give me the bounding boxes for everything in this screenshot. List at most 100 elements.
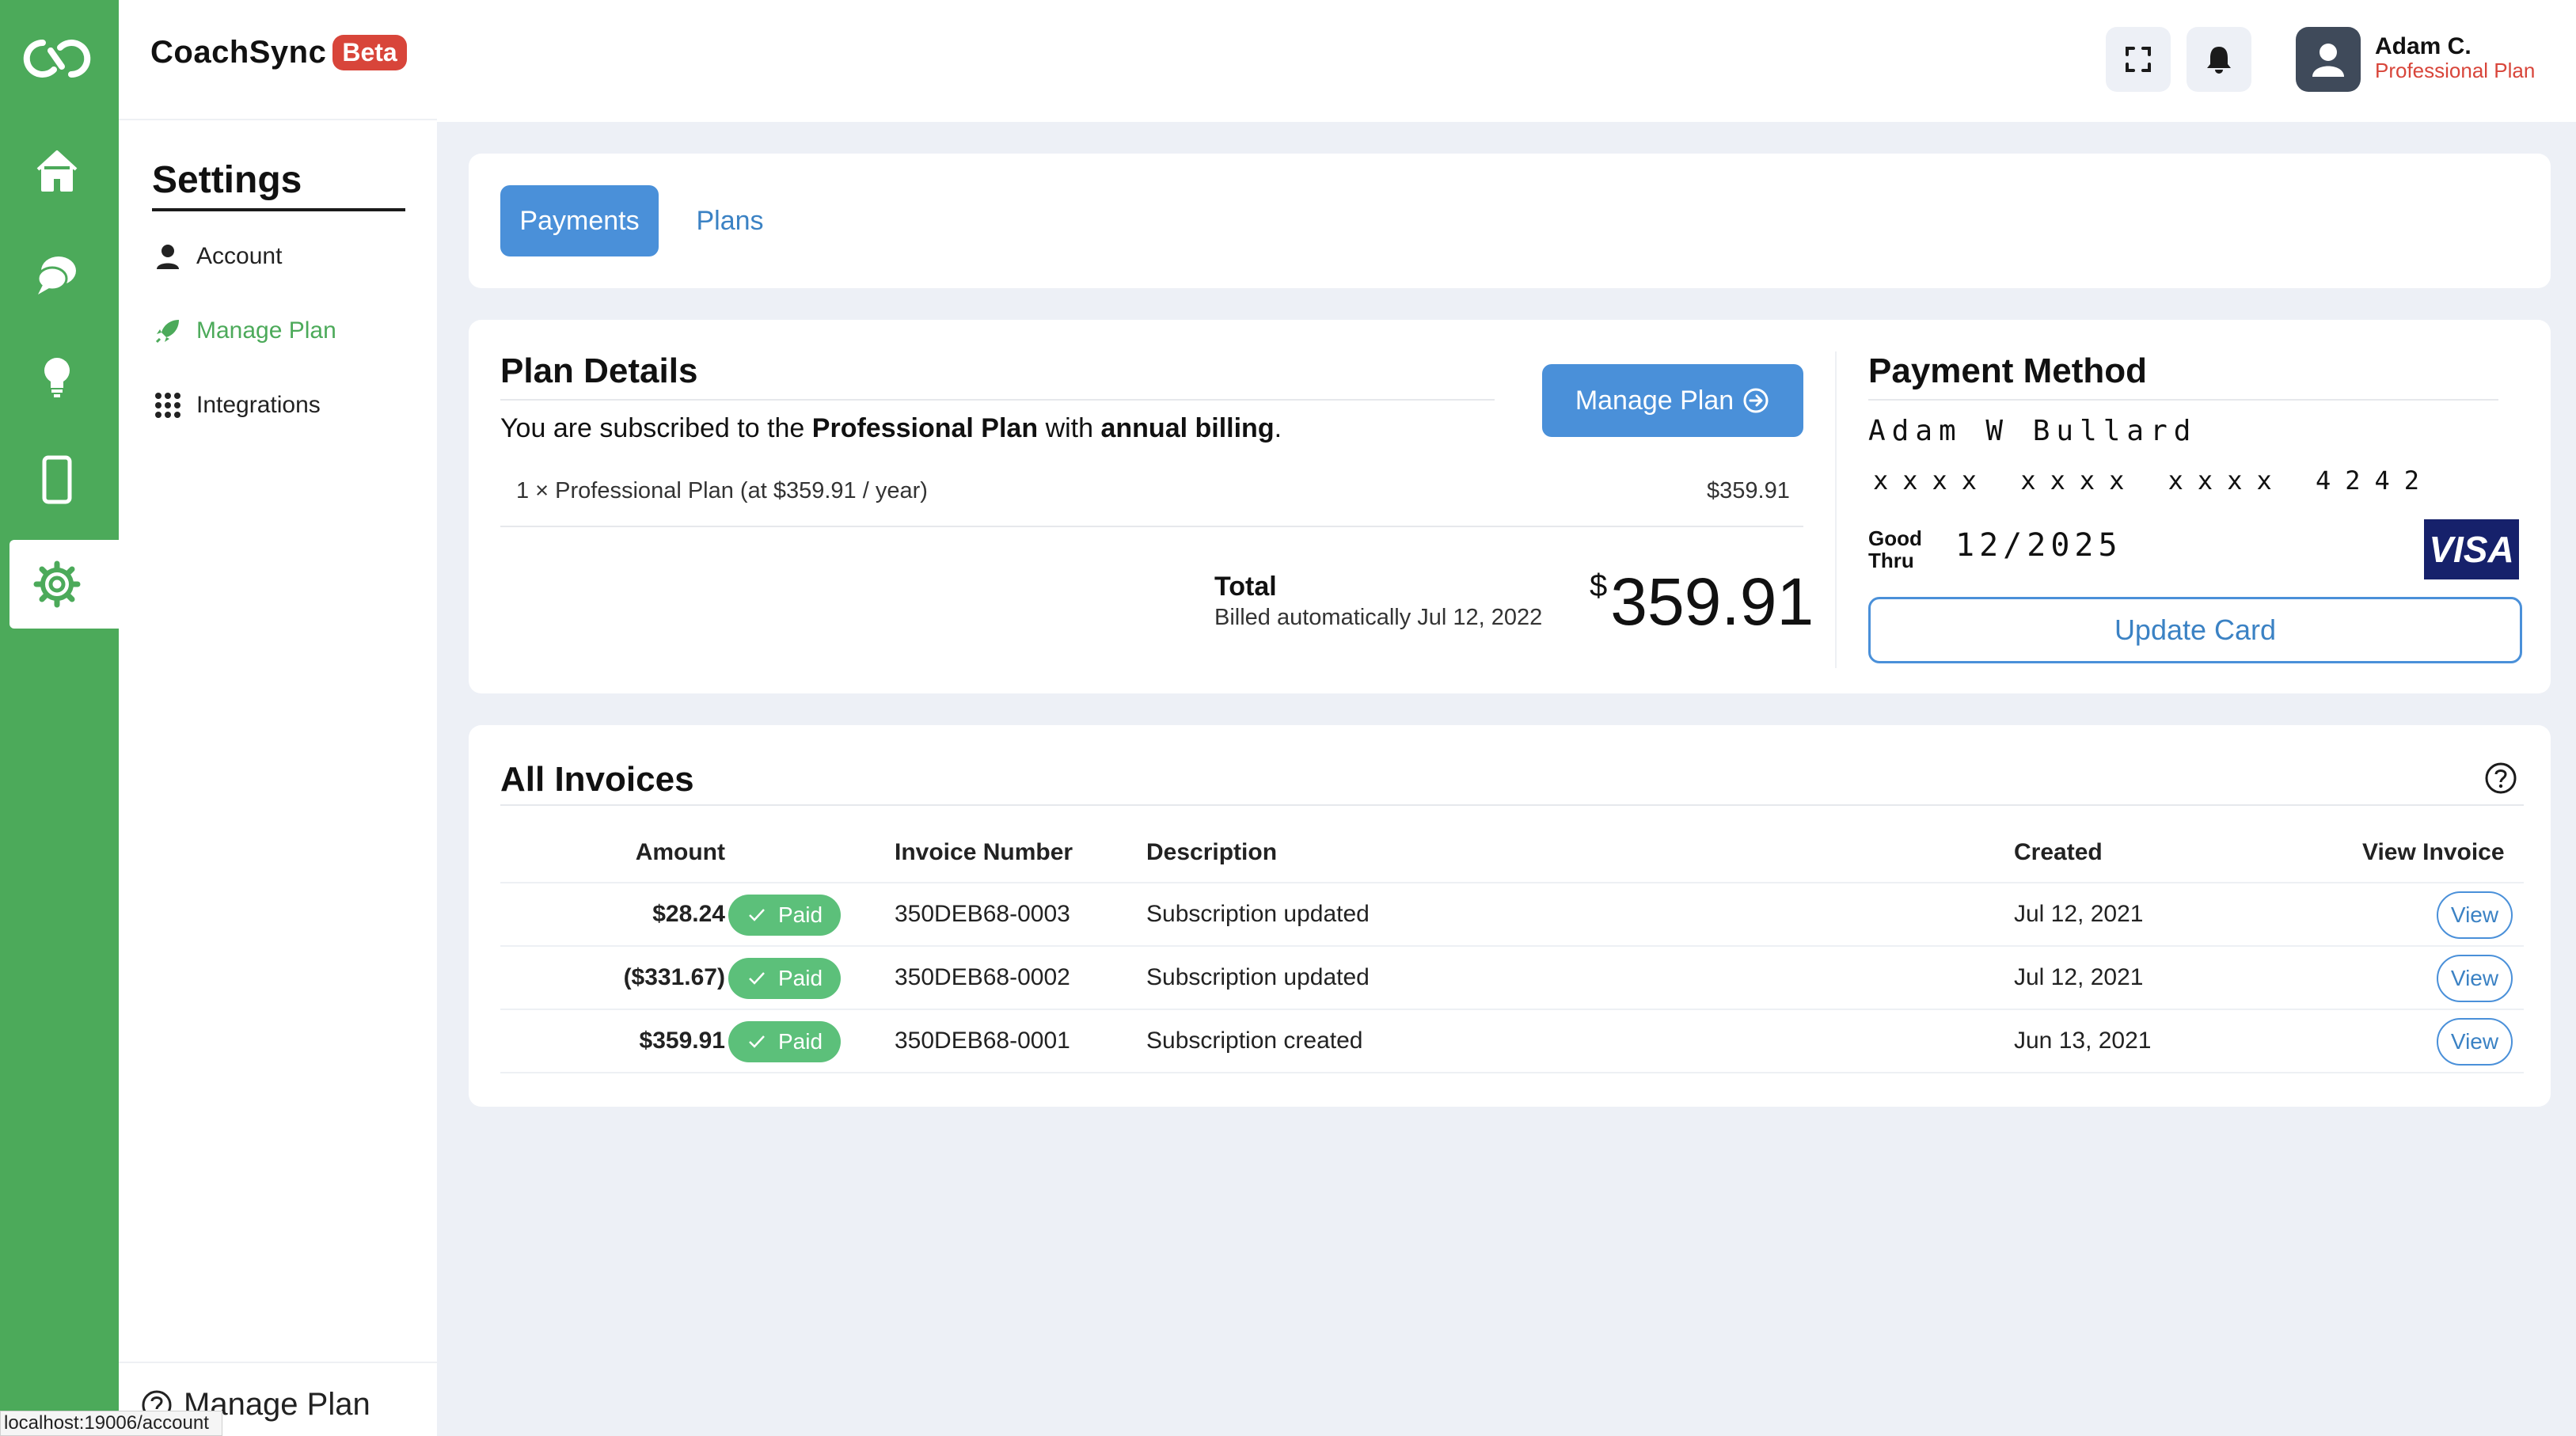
check-icon bbox=[749, 909, 765, 921]
invoices-title: All Invoices bbox=[500, 760, 694, 799]
divider bbox=[500, 1009, 2524, 1010]
user-icon bbox=[157, 245, 179, 269]
total-value: 359.91 bbox=[1610, 564, 1814, 639]
status-badge: Paid bbox=[728, 895, 841, 936]
beta-badge: Beta bbox=[332, 35, 407, 70]
settings-gear-icon[interactable] bbox=[32, 559, 82, 610]
user-plan: Professional Plan bbox=[2375, 59, 2536, 82]
card-number: xxxx xxxx xxxx 4242 bbox=[1873, 465, 2434, 496]
nav-rail bbox=[0, 0, 119, 1436]
divider bbox=[500, 945, 2524, 947]
summary-text: . bbox=[1274, 413, 1282, 443]
brand: CoachSync Beta bbox=[150, 35, 407, 70]
arrow-circle-right-icon bbox=[1743, 388, 1769, 413]
total-label: Total bbox=[1214, 572, 1277, 602]
rocket-icon bbox=[155, 320, 179, 344]
settings-item-integrations[interactable]: Integrations bbox=[154, 391, 321, 420]
invoice-amount: ($331.67) bbox=[623, 964, 725, 990]
payment-method-title: Payment Method bbox=[1868, 351, 2148, 390]
home-icon[interactable] bbox=[32, 146, 82, 196]
mobile-icon[interactable] bbox=[32, 454, 82, 505]
invoices-card: All Invoices Amount Invoice Number Descr… bbox=[469, 725, 2551, 1107]
cardholder-name: Adam W Bullard bbox=[1868, 415, 2198, 447]
divider bbox=[500, 526, 1803, 527]
tab-plans[interactable]: Plans bbox=[674, 185, 785, 256]
check-icon bbox=[749, 1035, 765, 1048]
settings-item-label: Account bbox=[196, 243, 283, 269]
tabs-card: Payments Plans bbox=[469, 154, 2551, 288]
status-badge: Paid bbox=[728, 958, 841, 999]
invoice-description: Subscription created bbox=[1146, 1028, 1363, 1054]
invoice-number: 350DEB68-0002 bbox=[895, 964, 1070, 990]
user-name[interactable]: Adam C. bbox=[2375, 33, 2472, 60]
plan-card: Plan Details You are subscribed to the P… bbox=[469, 320, 2551, 693]
invoice-amount: $28.24 bbox=[652, 901, 725, 927]
subscription-summary: You are subscribed to the Professional P… bbox=[500, 413, 1282, 444]
divider bbox=[119, 119, 437, 120]
divider bbox=[500, 804, 2524, 806]
settings-item-manage-plan[interactable]: Manage Plan bbox=[154, 317, 336, 345]
invoice-created: Jul 12, 2021 bbox=[2014, 964, 2144, 990]
good-thru-line: Thru bbox=[1868, 549, 1914, 572]
fullscreen-button[interactable] bbox=[2106, 27, 2171, 92]
invoice-created: Jul 12, 2021 bbox=[2014, 901, 2144, 927]
currency-symbol: $ bbox=[1590, 568, 1608, 603]
bell-icon bbox=[2207, 47, 2231, 74]
total-billing-note: Billed automatically Jul 12, 2022 bbox=[1214, 605, 1543, 630]
status-bar-url: localhost:19006/account bbox=[0, 1411, 222, 1436]
tab-payments[interactable]: Payments bbox=[500, 185, 659, 256]
settings-item-account[interactable]: Account bbox=[154, 242, 282, 271]
top-bar bbox=[437, 0, 2576, 122]
lightbulb-icon[interactable] bbox=[32, 351, 82, 402]
divider bbox=[500, 882, 2524, 883]
settings-item-label: Manage Plan bbox=[196, 317, 336, 344]
notifications-button[interactable] bbox=[2187, 27, 2251, 92]
view-invoice-button[interactable]: View bbox=[2437, 891, 2513, 939]
invoice-description: Subscription updated bbox=[1146, 901, 1370, 927]
divider bbox=[1835, 351, 1837, 668]
status-label: Paid bbox=[777, 1029, 823, 1054]
settings-item-label: Integrations bbox=[196, 392, 321, 418]
summary-text: with bbox=[1038, 413, 1101, 443]
visa-logo-icon: VISA bbox=[2424, 519, 2519, 579]
total-amount: $ 359.91 bbox=[1590, 564, 1814, 640]
good-thru-label: Good Thru bbox=[1868, 527, 1922, 572]
invoice-amount: $359.91 bbox=[639, 1028, 725, 1054]
plan-details-title: Plan Details bbox=[500, 351, 698, 390]
invoice-created: Jun 13, 2021 bbox=[2014, 1028, 2152, 1054]
col-description: Description bbox=[1146, 839, 1278, 865]
divider bbox=[500, 399, 1495, 401]
invoice-description: Subscription updated bbox=[1146, 964, 1370, 990]
coachsync-logo-icon[interactable] bbox=[19, 33, 95, 84]
divider bbox=[1868, 399, 2498, 401]
view-invoice-button[interactable]: View bbox=[2437, 1018, 2513, 1066]
line-item-price: $359.91 bbox=[1707, 478, 1790, 503]
plan-name: Professional Plan bbox=[811, 413, 1039, 443]
divider bbox=[119, 1362, 437, 1363]
card-expiry: 12/2025 bbox=[1955, 527, 2122, 564]
col-created: Created bbox=[2014, 839, 2103, 865]
status-badge: Paid bbox=[728, 1021, 841, 1062]
avatar[interactable] bbox=[2296, 27, 2361, 92]
divider bbox=[500, 1072, 2524, 1073]
invoice-number: 350DEB68-0001 bbox=[895, 1028, 1070, 1054]
check-icon bbox=[749, 972, 765, 985]
status-label: Paid bbox=[777, 966, 823, 990]
manage-plan-button[interactable]: Manage Plan bbox=[1542, 364, 1803, 437]
grid-dots-icon bbox=[155, 393, 180, 418]
billing-cycle: annual billing bbox=[1100, 413, 1275, 443]
view-invoice-button[interactable]: View bbox=[2437, 955, 2513, 1002]
update-card-button[interactable]: Update Card bbox=[1868, 597, 2522, 663]
col-view-invoice: View Invoice bbox=[2362, 839, 2505, 865]
settings-sidebar: CoachSync Beta Settings Account Manage P… bbox=[119, 0, 437, 1436]
invoice-number: 350DEB68-0003 bbox=[895, 901, 1070, 927]
chat-icon[interactable] bbox=[32, 249, 82, 299]
col-invoice-number: Invoice Number bbox=[895, 839, 1073, 865]
help-circle-icon[interactable] bbox=[2484, 762, 2517, 795]
line-item-description: 1 × Professional Plan (at $359.91 / year… bbox=[516, 478, 928, 503]
avatar-user-icon bbox=[2312, 44, 2344, 77]
col-amount: Amount bbox=[635, 839, 725, 865]
good-thru-line: Good bbox=[1868, 526, 1922, 550]
app-name: CoachSync bbox=[150, 35, 327, 70]
summary-text: You are subscribed to the bbox=[500, 413, 812, 443]
